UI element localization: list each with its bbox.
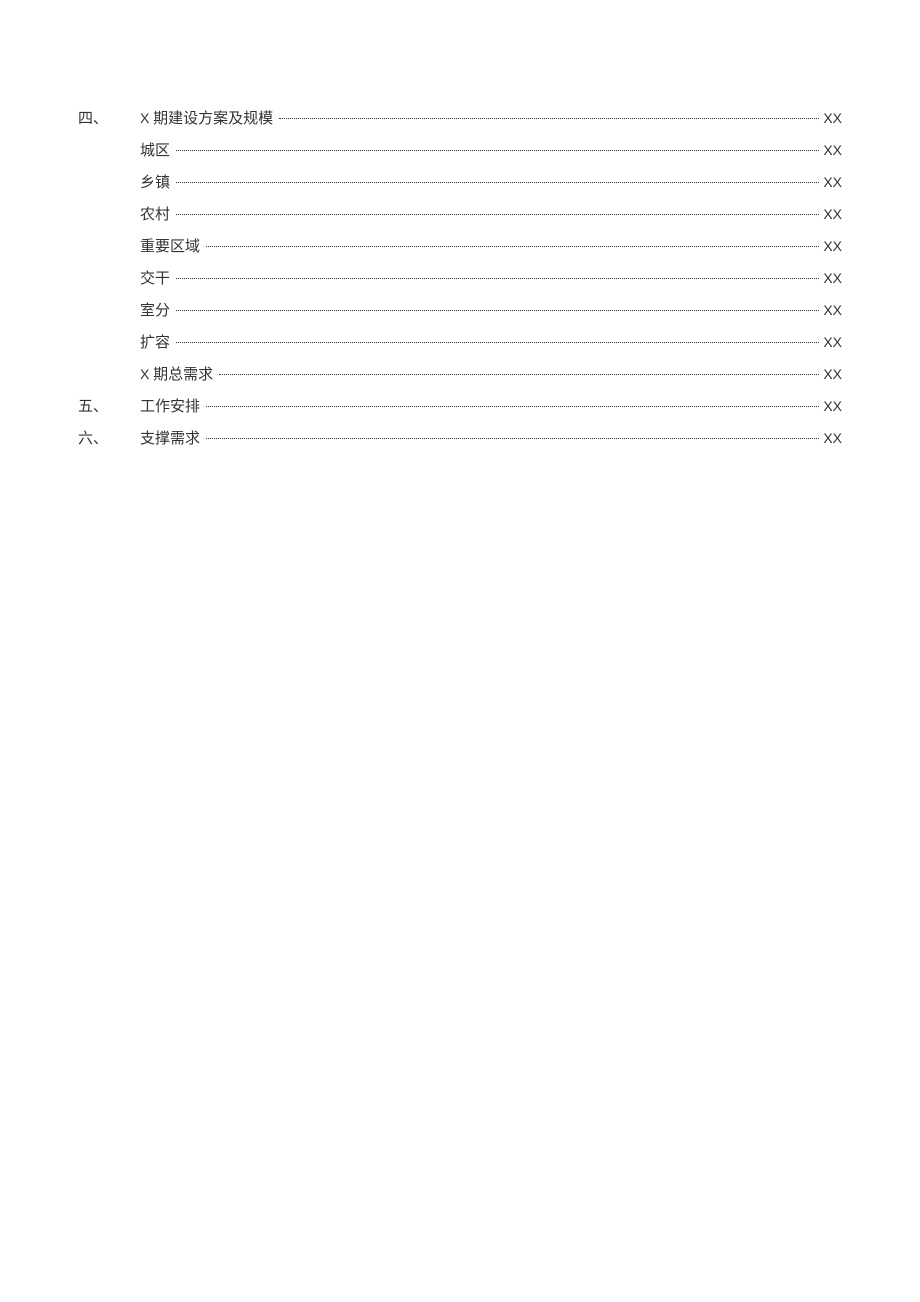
toc-page-number: XX	[821, 140, 842, 161]
toc-title: 城区	[140, 140, 174, 163]
toc-title: 交干	[140, 268, 174, 291]
toc-leader	[176, 342, 819, 343]
toc-content: 工作安排 XX	[140, 396, 842, 419]
toc-leader	[279, 118, 819, 119]
toc-title-text: 重要区域	[140, 239, 200, 255]
toc-title: 扩容	[140, 332, 174, 355]
toc-row: 乡镇 XX	[78, 172, 842, 195]
toc-row: 五、工作安排 XX	[78, 396, 842, 419]
toc-row: 扩容 XX	[78, 332, 842, 355]
toc-title-text: 期建设方案及规模	[149, 111, 273, 127]
table-of-contents: 四、X 期建设方案及规模XX城区XX乡镇XX农村XX重要区域XX交干XX室分XX…	[78, 108, 842, 451]
toc-title-prefix: X	[140, 366, 149, 382]
toc-leader	[206, 246, 819, 247]
toc-title-text: 农村	[140, 207, 170, 223]
toc-leader	[206, 438, 819, 439]
toc-page-number: XX	[821, 396, 842, 417]
toc-page-number: XX	[821, 236, 842, 257]
toc-row: 重要区域 XX	[78, 236, 842, 259]
toc-row: 农村 XX	[78, 204, 842, 227]
toc-row: 交干 XX	[78, 268, 842, 291]
toc-title: 工作安排	[140, 396, 204, 419]
toc-page-number: XX	[821, 364, 842, 385]
toc-title: 室分	[140, 300, 174, 323]
toc-page-number: XX	[821, 204, 842, 225]
toc-marker: 六、	[78, 428, 140, 451]
toc-content: 农村 XX	[140, 204, 842, 227]
toc-page-number: XX	[821, 428, 842, 449]
toc-title: 乡镇	[140, 172, 174, 195]
toc-page-number: XX	[821, 332, 842, 353]
toc-title-text: 扩容	[140, 335, 170, 351]
toc-title-text: 交干	[140, 271, 170, 287]
toc-row: 室分 XX	[78, 300, 842, 323]
toc-title-text: 乡镇	[140, 175, 170, 191]
toc-row: X 期总需求 XX	[78, 364, 842, 387]
toc-page-number: XX	[821, 300, 842, 321]
toc-page-number: XX	[821, 268, 842, 289]
toc-content: 城区 XX	[140, 140, 842, 163]
toc-title: 重要区域	[140, 236, 204, 259]
toc-title: X 期建设方案及规模	[140, 108, 277, 131]
toc-row: 城区 XX	[78, 140, 842, 163]
toc-title: 支撑需求	[140, 428, 204, 451]
toc-title-text: 工作安排	[140, 399, 200, 415]
toc-title: 农村	[140, 204, 174, 227]
toc-leader	[176, 214, 819, 215]
toc-content: 室分 XX	[140, 300, 842, 323]
toc-content: X 期总需求 XX	[140, 364, 842, 387]
toc-page-number: XX	[821, 108, 842, 129]
toc-leader	[219, 374, 819, 375]
toc-title-text: 城区	[140, 143, 170, 159]
toc-row: 四、X 期建设方案及规模 XX	[78, 108, 842, 131]
toc-marker: 四、	[78, 108, 140, 131]
toc-content: 交干 XX	[140, 268, 842, 291]
toc-title-text: 期总需求	[149, 367, 213, 383]
toc-leader	[176, 150, 819, 151]
toc-title-text: 室分	[140, 303, 170, 319]
toc-content: 重要区域 XX	[140, 236, 842, 259]
toc-content: 扩容 XX	[140, 332, 842, 355]
toc-page-number: XX	[821, 172, 842, 193]
toc-leader	[176, 310, 819, 311]
toc-content: 支撑需求 XX	[140, 428, 842, 451]
toc-title-prefix: X	[140, 110, 149, 126]
toc-title: X 期总需求	[140, 364, 217, 387]
toc-row: 六、支撑需求 XX	[78, 428, 842, 451]
toc-leader	[206, 406, 819, 407]
toc-content: X 期建设方案及规模 XX	[140, 108, 842, 131]
toc-title-text: 支撑需求	[140, 431, 200, 447]
toc-leader	[176, 278, 819, 279]
toc-marker: 五、	[78, 396, 140, 419]
toc-content: 乡镇 XX	[140, 172, 842, 195]
toc-leader	[176, 182, 819, 183]
